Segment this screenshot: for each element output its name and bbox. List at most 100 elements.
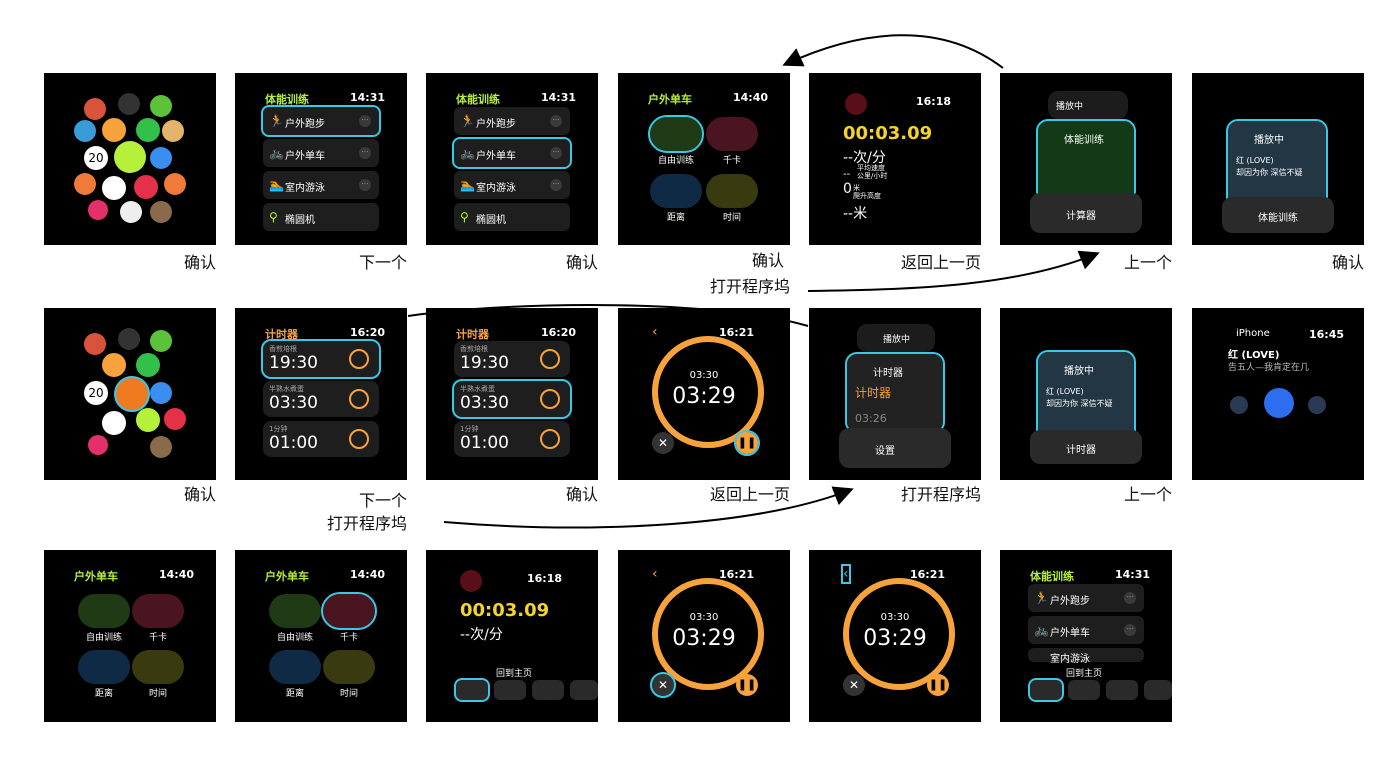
- forward-button[interactable]: [1308, 396, 1326, 414]
- app-icon[interactable]: [84, 98, 106, 120]
- activity-icon[interactable]: [88, 200, 108, 220]
- more-icon[interactable]: ···: [359, 115, 371, 127]
- app-icon[interactable]: [136, 353, 160, 377]
- app-icon[interactable]: [150, 330, 172, 352]
- workout-item[interactable]: ⚲ 椭圆机: [454, 203, 570, 231]
- more-icon[interactable]: ···: [550, 179, 562, 191]
- dock-button[interactable]: [532, 680, 564, 700]
- dock-card-timer[interactable]: 计时器 计时器 03:26: [845, 352, 945, 434]
- dock-button[interactable]: [1106, 680, 1138, 700]
- back-title[interactable]: 户外单车: [648, 91, 692, 107]
- dock-card-workout[interactable]: 体能训练: [1222, 197, 1334, 233]
- source-label[interactable]: iPhone: [1236, 328, 1270, 339]
- dock-card-settings[interactable]: 设置: [839, 428, 951, 468]
- cancel-button[interactable]: ✕: [650, 672, 676, 698]
- workout-item[interactable]: 🏊 室内游泳 ···: [454, 171, 570, 199]
- app-icon[interactable]: [136, 118, 160, 142]
- app-icon[interactable]: [150, 95, 172, 117]
- app-icon[interactable]: [162, 120, 184, 142]
- option-open-goal[interactable]: [269, 594, 321, 628]
- workout-item[interactable]: 🚲 户外单车 ···: [263, 139, 379, 167]
- timer-preset[interactable]: 香煎培根 19:30: [261, 339, 381, 379]
- workout-item[interactable]: 🚲 户外单车 ···: [1028, 616, 1144, 644]
- more-icon[interactable]: ···: [550, 115, 562, 127]
- workout-app-icon[interactable]: [114, 141, 146, 173]
- more-icon[interactable]: ···: [1124, 592, 1136, 604]
- dock-button[interactable]: [494, 680, 526, 700]
- back-title[interactable]: 户外单车: [265, 568, 309, 584]
- dock-card-calculator[interactable]: 计算器: [1030, 193, 1142, 233]
- app-icon[interactable]: [164, 173, 186, 195]
- option-distance[interactable]: [78, 650, 130, 684]
- cancel-button[interactable]: ✕: [843, 674, 865, 696]
- option-time[interactable]: [706, 174, 758, 208]
- dock-card-music[interactable]: 播放中: [857, 324, 935, 352]
- option-time[interactable]: [132, 650, 184, 684]
- dock-card-workout[interactable]: 体能训练: [1036, 119, 1136, 203]
- dock-button[interactable]: [570, 680, 598, 700]
- more-icon[interactable]: ···: [550, 147, 562, 159]
- back-icon[interactable]: ‹: [652, 566, 658, 582]
- dock-card-timer[interactable]: 计时器: [1030, 430, 1142, 464]
- mail-icon[interactable]: [150, 382, 172, 404]
- workout-item[interactable]: 🏊 室内游泳 ···: [263, 171, 379, 199]
- workout-item[interactable]: 🏃 户外跑步 ···: [261, 105, 381, 137]
- option-calories[interactable]: [132, 594, 184, 628]
- workout-icon[interactable]: [136, 408, 160, 432]
- option-open-goal[interactable]: [78, 594, 130, 628]
- home-button[interactable]: [454, 678, 490, 702]
- app-icon[interactable]: [120, 201, 142, 223]
- more-icon[interactable]: ···: [359, 147, 371, 159]
- app-icon[interactable]: [84, 333, 106, 355]
- mail-icon[interactable]: [150, 147, 172, 169]
- option-calories[interactable]: [706, 117, 758, 151]
- memoji-icon[interactable]: [150, 436, 172, 458]
- more-icon[interactable]: ···: [1124, 624, 1136, 636]
- app-icon[interactable]: [102, 118, 126, 142]
- back-title[interactable]: 户外单车: [74, 568, 118, 584]
- home-button[interactable]: [1028, 678, 1064, 702]
- option-time[interactable]: [323, 650, 375, 684]
- timer-preset[interactable]: 香煎培根 19:30: [454, 341, 570, 377]
- dock-card-music[interactable]: 播放中: [1048, 91, 1128, 119]
- option-open-goal[interactable]: [648, 115, 704, 153]
- play-pause-button[interactable]: [1264, 388, 1294, 418]
- timer-app-icon[interactable]: [114, 376, 150, 412]
- workout-item[interactable]: 室内游泳: [1028, 648, 1144, 665]
- timer-preset[interactable]: 半熟水煮蛋 03:30: [263, 381, 379, 417]
- back-icon[interactable]: ‹: [841, 564, 851, 584]
- rewind-button[interactable]: [1230, 396, 1248, 414]
- more-icon[interactable]: ···: [359, 179, 371, 191]
- pause-button[interactable]: ❚❚: [927, 674, 949, 696]
- pause-button[interactable]: ❚❚: [734, 430, 760, 456]
- timer-preset[interactable]: 1分钟 01:00: [454, 421, 570, 457]
- clock-icon[interactable]: [102, 176, 126, 200]
- app-icon[interactable]: [164, 408, 186, 430]
- app-icon[interactable]: [118, 328, 140, 350]
- calendar-icon[interactable]: 20: [84, 146, 108, 170]
- app-icon[interactable]: [102, 353, 126, 377]
- option-distance[interactable]: [650, 174, 702, 208]
- pause-button[interactable]: ❚❚: [736, 674, 758, 696]
- workout-item[interactable]: ⚲ 椭圆机: [263, 203, 379, 231]
- dock-button[interactable]: [1068, 680, 1100, 700]
- clock-icon[interactable]: [102, 411, 126, 435]
- timer-preset[interactable]: 半熟水煮蛋 03:30: [452, 379, 572, 419]
- app-icon[interactable]: [118, 93, 140, 115]
- option-distance[interactable]: [269, 650, 321, 684]
- dock-button[interactable]: [1144, 680, 1172, 700]
- calendar-icon[interactable]: 20: [84, 381, 108, 405]
- workout-item[interactable]: 🏃 户外跑步 ···: [1028, 584, 1144, 612]
- app-icon[interactable]: [74, 173, 96, 195]
- back-icon[interactable]: ‹: [652, 324, 658, 340]
- activity-icon[interactable]: [88, 435, 108, 455]
- memoji-icon[interactable]: [150, 201, 172, 223]
- workout-item[interactable]: 🏃 户外跑步 ···: [454, 107, 570, 135]
- app-icon[interactable]: [74, 120, 96, 142]
- workout-item[interactable]: 🚲 户外单车 ···: [452, 137, 572, 169]
- dock-card-music[interactable]: 播放中 红 (LOVE) 却因为你 深信不疑: [1036, 350, 1136, 444]
- app-icon[interactable]: [134, 175, 158, 199]
- cancel-button[interactable]: ✕: [652, 432, 674, 454]
- option-calories[interactable]: [321, 592, 377, 630]
- timer-preset[interactable]: 1分钟 01:00: [263, 421, 379, 457]
